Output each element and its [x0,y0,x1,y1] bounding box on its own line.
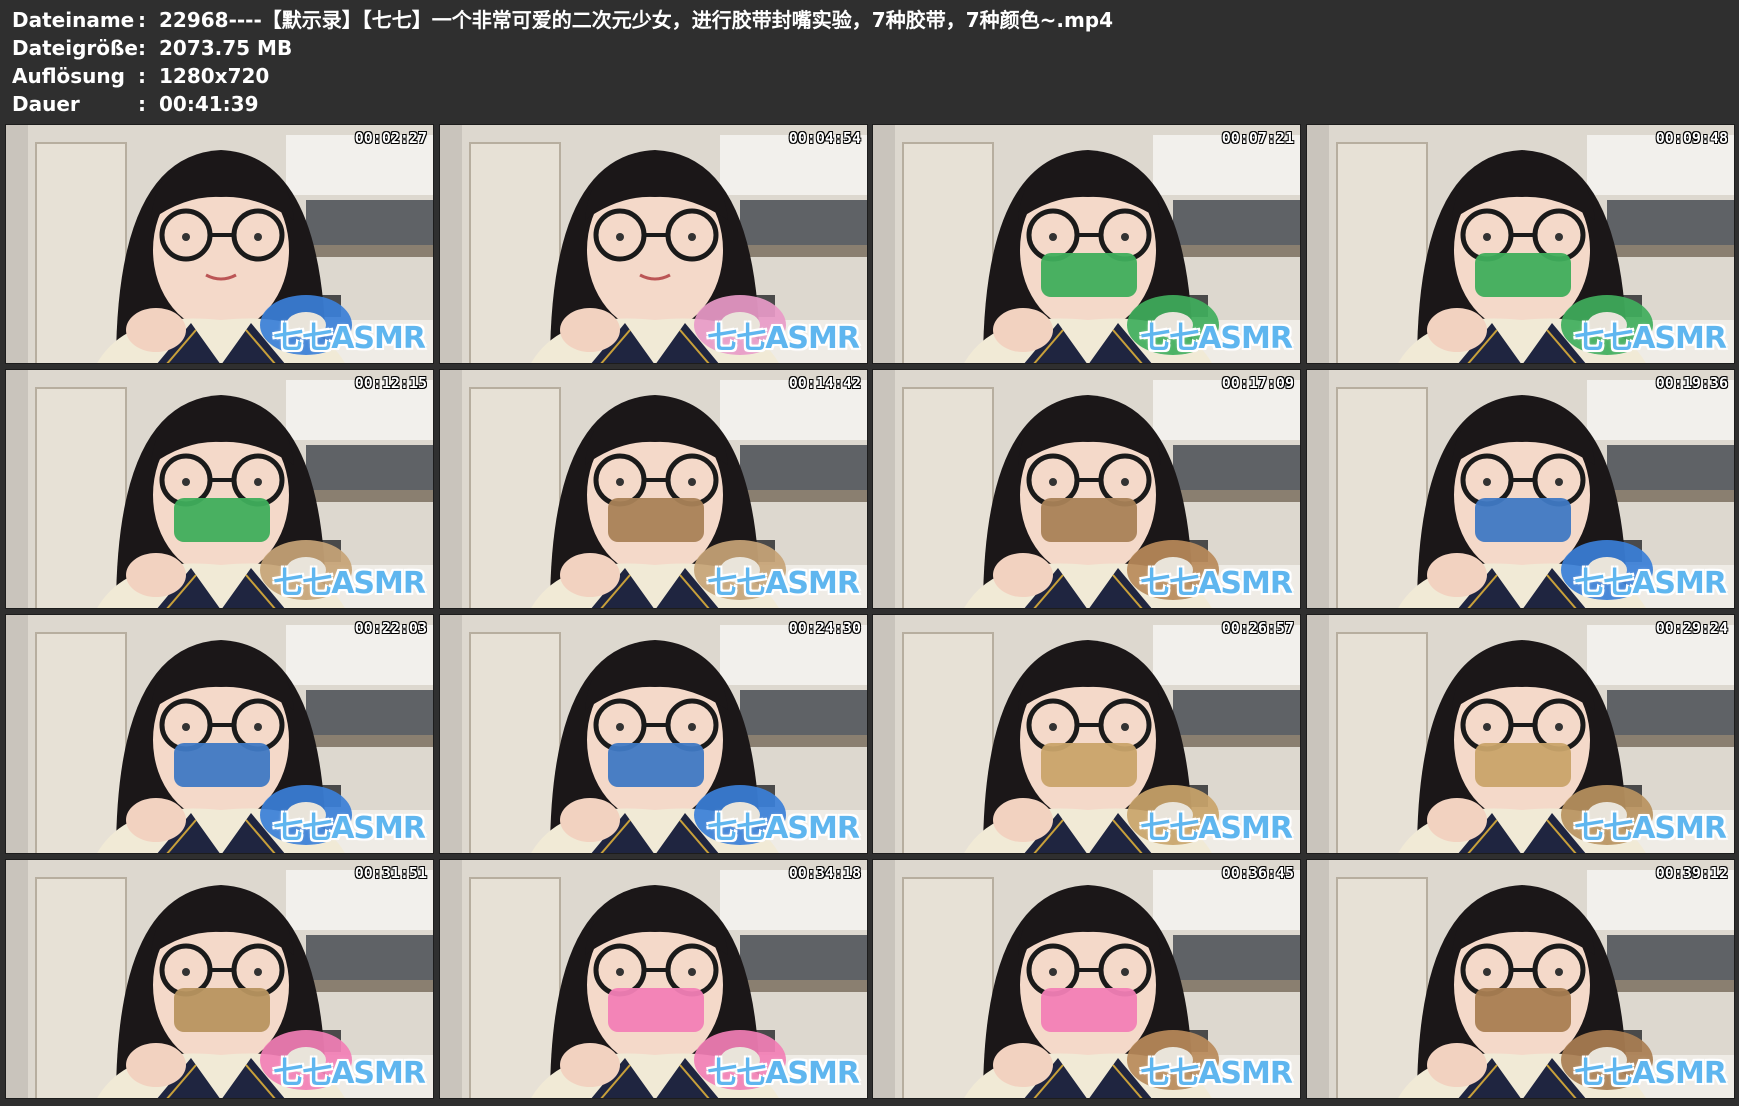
channel-watermark: 七七ASMR [273,566,426,601]
thumbnail-timestamp: 00:04:54 [788,129,861,147]
info-key: Auflösung [12,64,125,88]
video-thumbnail[interactable]: 00:04:54 七七ASMR [439,124,868,364]
channel-watermark: 七七ASMR [707,811,860,846]
thumbnail-timestamp: 00:07:21 [1221,129,1294,147]
thumbnail-timestamp: 00:09:48 [1655,129,1728,147]
thumbnail-timestamp: 00:02:27 [354,129,427,147]
file-info-header: Dateiname : 22968----【默示录】【七七】一个非常可爱的二次元… [0,0,1739,124]
channel-watermark: 七七ASMR [1574,811,1727,846]
thumbnail-timestamp: 00:12:15 [354,374,427,392]
channel-watermark: 七七ASMR [1574,1056,1727,1091]
thumbnail-timestamp: 00:22:03 [354,619,427,637]
video-thumbnail[interactable]: 00:36:45 七七ASMR [872,859,1301,1099]
video-thumbnail[interactable]: 00:17:09 七七ASMR [872,369,1301,609]
video-thumbnail[interactable]: 00:24:30 七七ASMR [439,614,868,854]
info-separator: : [138,36,146,60]
thumbnail-timestamp: 00:24:30 [788,619,861,637]
info-separator: : [138,92,146,116]
channel-watermark: 七七ASMR [273,321,426,356]
channel-watermark: 七七ASMR [273,1056,426,1091]
info-value: 00:41:39 [159,92,259,116]
video-thumbnail[interactable]: 00:02:27 七七ASMR [5,124,434,364]
info-key: Dateiname [12,8,135,32]
thumbnail-timestamp: 00:26:57 [1221,619,1294,637]
video-thumbnail[interactable]: 00:22:03 七七ASMR [5,614,434,854]
video-thumbnail[interactable]: 00:12:15 七七ASMR [5,369,434,609]
info-separator: : [138,64,146,88]
channel-watermark: 七七ASMR [1574,321,1727,356]
video-thumbnail[interactable]: 00:31:51 七七ASMR [5,859,434,1099]
video-thumbnail[interactable]: 00:19:36 七七ASMR [1306,369,1735,609]
info-value: 22968----【默示录】【七七】一个非常可爱的二次元少女，进行胶带封嘴实验，… [159,8,1114,32]
info-key: Dateigröße [12,36,138,60]
video-thumbnail[interactable]: 00:09:48 七七ASMR [1306,124,1735,364]
video-thumbnail[interactable]: 00:14:42 七七ASMR [439,369,868,609]
thumbnail-timestamp: 00:34:18 [788,864,861,882]
info-value: 1280x720 [159,64,270,88]
channel-watermark: 七七ASMR [1574,566,1727,601]
video-thumbnail[interactable]: 00:29:24 七七ASMR [1306,614,1735,854]
channel-watermark: 七七ASMR [1140,1056,1293,1091]
thumbnail-timestamp: 00:29:24 [1655,619,1728,637]
video-thumbnail[interactable]: 00:26:57 七七ASMR [872,614,1301,854]
video-thumbnail[interactable]: 00:07:21 七七ASMR [872,124,1301,364]
channel-watermark: 七七ASMR [1140,566,1293,601]
channel-watermark: 七七ASMR [707,566,860,601]
video-thumbnail[interactable]: 00:34:18 七七ASMR [439,859,868,1099]
thumbnail-timestamp: 00:14:42 [788,374,861,392]
video-thumbnail[interactable]: 00:39:12 七七ASMR [1306,859,1735,1099]
thumbnail-timestamp: 00:31:51 [354,864,427,882]
thumbnail-grid: 00:02:27 七七ASMR 00:04:54 七七ASMR 00:07:21… [5,124,1735,1100]
info-value: 2073.75 MB [159,36,293,60]
thumbnail-timestamp: 00:39:12 [1655,864,1728,882]
channel-watermark: 七七ASMR [1140,811,1293,846]
thumbnail-timestamp: 00:17:09 [1221,374,1294,392]
channel-watermark: 七七ASMR [273,811,426,846]
channel-watermark: 七七ASMR [707,321,860,356]
thumbnail-timestamp: 00:36:45 [1221,864,1294,882]
channel-watermark: 七七ASMR [1140,321,1293,356]
thumbnail-timestamp: 00:19:36 [1655,374,1728,392]
info-separator: : [138,8,146,32]
channel-watermark: 七七ASMR [707,1056,860,1091]
info-key: Dauer [12,92,80,116]
